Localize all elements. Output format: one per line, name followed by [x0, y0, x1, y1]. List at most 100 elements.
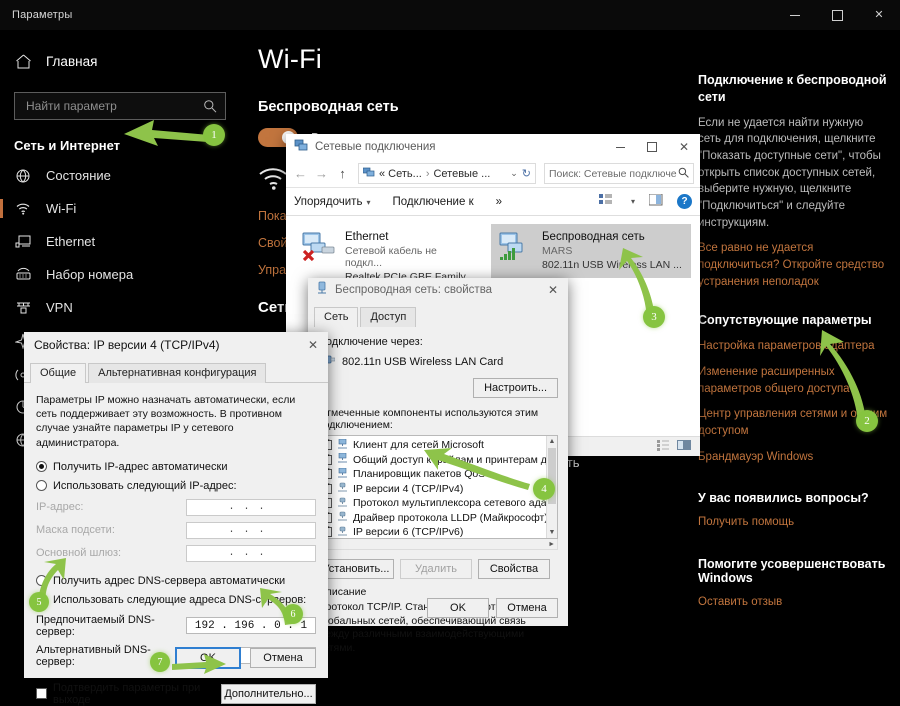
- give-feedback-link[interactable]: Оставить отзыв: [698, 594, 888, 611]
- netconn-maximize-button[interactable]: [636, 134, 668, 160]
- search-input[interactable]: [24, 98, 201, 114]
- components-scrollbar[interactable]: ▲ ▼: [546, 436, 557, 538]
- components-hscrollbar[interactable]: ◄ ►: [318, 539, 558, 550]
- ip-address-row: IP-адрес: ...: [36, 498, 316, 516]
- address-bar[interactable]: « Сеть... › Сетевые ... ⌄ ↻: [358, 163, 536, 184]
- troubleshooter-link[interactable]: Все равно не удается подключиться? Откро…: [698, 240, 888, 290]
- scroll-up-icon[interactable]: ▲: [547, 436, 557, 447]
- dns-manual-radio[interactable]: [36, 594, 47, 606]
- ipv4-footer: OK Отмена: [24, 638, 328, 678]
- sidebar-item-ethernet[interactable]: Ethernet: [0, 225, 240, 258]
- up-icon[interactable]: ↑: [334, 166, 351, 181]
- components-label: Отмеченные компоненты используются этим …: [318, 407, 539, 431]
- more-commands-button[interactable]: »: [496, 196, 502, 208]
- sidebar-item-label: Состояние: [46, 168, 111, 183]
- view-list-icon[interactable]: [598, 194, 613, 209]
- configure-row: Настроить...: [318, 378, 558, 398]
- back-icon[interactable]: ←: [292, 166, 309, 181]
- help-icon[interactable]: ?: [677, 194, 692, 209]
- tab-network[interactable]: Сеть: [314, 307, 359, 327]
- components-list[interactable]: Клиент для сетей Microsoft Общий доступ …: [318, 435, 558, 539]
- default-gateway-label: Основной шлюз:: [36, 547, 122, 560]
- breadcrumb-1[interactable]: « Сеть...: [379, 168, 422, 180]
- configure-button[interactable]: Настроить...: [473, 378, 558, 398]
- vpn-icon: [14, 299, 32, 317]
- component-row[interactable]: Общий доступ к файлам и принтерам для се…: [319, 453, 557, 468]
- preview-pane-icon[interactable]: [648, 193, 663, 209]
- validate-settings-checkbox[interactable]: [36, 688, 47, 700]
- chevron-down-icon[interactable]: ⌄: [510, 168, 518, 179]
- scroll-down-icon[interactable]: ▼: [547, 527, 557, 538]
- wprops-tabs: Сеть Доступ: [308, 302, 568, 327]
- validate-settings-row[interactable]: Подтвердить параметры при выходе: [36, 682, 221, 706]
- ip-auto-radio[interactable]: [36, 461, 47, 473]
- component-row[interactable]: Планировщик пакетов QoS: [319, 467, 557, 482]
- dialup-icon: [14, 266, 32, 284]
- wireless-properties-dialog: Беспроводная сеть: свойства ✕ Сеть Досту…: [308, 278, 568, 654]
- maximize-button[interactable]: [816, 0, 858, 30]
- settings-titlebar: Параметры ✕: [0, 0, 900, 30]
- netconn-close-button[interactable]: ✕: [668, 134, 700, 160]
- explorer-search-box[interactable]: Поиск: Сетевые подключе: [544, 163, 694, 184]
- scrollbar-thumb[interactable]: [548, 448, 556, 504]
- dns-manual-radio-row[interactable]: Использовать следующие адреса DNS-сервер…: [36, 594, 316, 606]
- windows-firewall-link[interactable]: Брандмауэр Windows: [698, 449, 888, 466]
- preferred-dns-field[interactable]: 192 . 196 . 0 . 1: [186, 617, 316, 635]
- advanced-sharing-link[interactable]: Изменение расширенных параметров общего …: [698, 364, 888, 397]
- tab-general[interactable]: Общие: [30, 363, 87, 383]
- sidebar-item-vpn[interactable]: VPN: [0, 291, 240, 324]
- sidebar-item-status[interactable]: Состояние: [0, 159, 240, 192]
- component-proto-icon: [337, 511, 348, 524]
- search-icon[interactable]: [678, 167, 689, 181]
- component-row-ipv4[interactable]: IP версии 4 (TCP/IPv4): [319, 482, 557, 497]
- search-icon[interactable]: [201, 97, 219, 115]
- network-sharing-center-link[interactable]: Центр управления сетями и общим доступом: [698, 406, 888, 439]
- sidebar-item-home[interactable]: Главная: [0, 44, 240, 78]
- breadcrumb-2[interactable]: Сетевые ...: [433, 168, 490, 180]
- close-button[interactable]: ✕: [858, 0, 900, 30]
- status-view-tiles-icon[interactable]: [677, 438, 692, 456]
- default-gateway-field: ...: [186, 544, 316, 562]
- view-caret-icon[interactable]: ▾: [631, 197, 635, 206]
- ipv4-ok-button[interactable]: OK: [175, 647, 241, 669]
- netconn-minimize-button[interactable]: [604, 134, 636, 160]
- wprops-close-button[interactable]: ✕: [538, 278, 568, 302]
- wprops-cancel-button[interactable]: Отмена: [496, 598, 558, 618]
- component-row[interactable]: IP версии 6 (TCP/IPv6): [319, 525, 557, 538]
- refresh-icon[interactable]: ↻: [522, 167, 531, 180]
- sidebar-item-dialup[interactable]: Набор номера: [0, 258, 240, 291]
- connect-via-label: Подключение через:: [318, 336, 423, 348]
- tab-sharing[interactable]: Доступ: [360, 307, 417, 327]
- connect-to-button[interactable]: Подключение к: [392, 196, 473, 208]
- minimize-button[interactable]: [774, 0, 816, 30]
- ip-manual-radio[interactable]: [36, 480, 47, 492]
- sidebar-search[interactable]: [14, 92, 226, 120]
- subnet-mask-field: ...: [186, 521, 316, 539]
- toolbar-right-group: ▾ ?: [598, 193, 692, 209]
- connection-name: Ethernet: [345, 231, 389, 243]
- organize-button[interactable]: Упорядочить ▾: [294, 196, 370, 208]
- ip-manual-radio-row[interactable]: Использовать следующий IP-адрес:: [36, 480, 316, 492]
- ipv4-close-button[interactable]: ✕: [298, 333, 328, 357]
- adapter-settings-link[interactable]: Настройка параметров адаптера: [698, 338, 888, 355]
- install-button[interactable]: Установить...: [318, 559, 394, 579]
- sidebar-item-wifi[interactable]: Wi-Fi: [0, 192, 240, 225]
- hscroll-right-icon[interactable]: ►: [548, 541, 555, 548]
- wprops-titlebar: Беспроводная сеть: свойства ✕: [308, 278, 568, 302]
- validate-and-advanced-row: Подтвердить параметры при выходе Дополни…: [36, 682, 316, 706]
- status-view-list-icon[interactable]: [657, 438, 670, 456]
- wireless-connection-item[interactable]: Беспроводная сеть MARS 802.11n USB Wirel…: [491, 224, 691, 278]
- component-row[interactable]: Протокол мультиплексора сетевого адаптер…: [319, 496, 557, 511]
- get-help-link[interactable]: Получить помощь: [698, 514, 888, 531]
- component-label: Клиент для сетей Microsoft: [353, 439, 484, 452]
- ip-auto-radio-row[interactable]: Получить IP-адрес автоматически: [36, 461, 316, 473]
- dns-auto-radio-row[interactable]: Получить адрес DNS-сервера автоматически: [36, 575, 316, 587]
- forward-icon[interactable]: →: [313, 166, 330, 181]
- component-row[interactable]: Клиент для сетей Microsoft: [319, 438, 557, 453]
- tab-alternate-config[interactable]: Альтернативная конфигурация: [88, 363, 267, 383]
- component-properties-button[interactable]: Свойства: [478, 559, 550, 579]
- ipv4-cancel-button[interactable]: Отмена: [250, 648, 316, 668]
- wprops-ok-button[interactable]: OK: [427, 598, 489, 618]
- component-row[interactable]: Драйвер протокола LLDP (Майкрософт): [319, 511, 557, 526]
- dns-auto-radio[interactable]: [36, 575, 47, 587]
